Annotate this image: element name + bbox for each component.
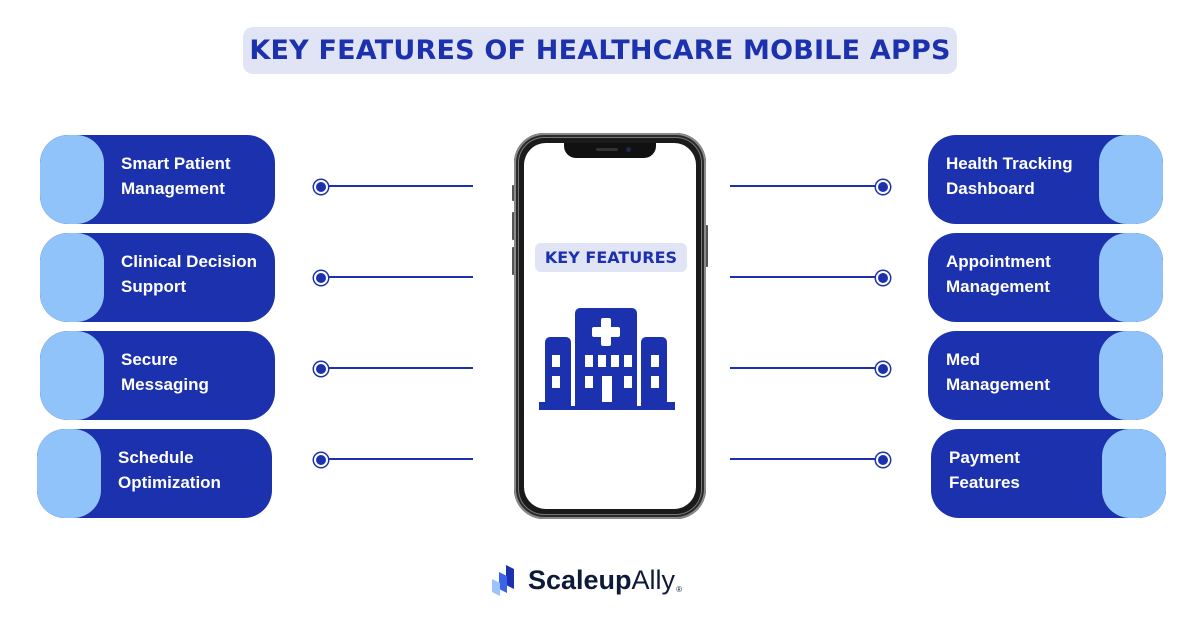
connector-line xyxy=(730,367,880,369)
feature-card-clinical-decision-support: Clinical Decision Support xyxy=(40,233,275,322)
feature-label: Payment Features xyxy=(949,448,1020,492)
title-banner: KEY FEATURES OF HEALTHCARE MOBILE APPS xyxy=(243,27,957,74)
connector-dot xyxy=(314,180,328,194)
hospital-icon xyxy=(539,308,675,410)
key-features-badge: KEY FEATURES xyxy=(535,243,687,272)
connector-dot xyxy=(876,271,890,285)
connector-line xyxy=(730,458,880,460)
phone-notch xyxy=(564,143,656,158)
feature-label: Clinical Decision Support xyxy=(121,252,258,296)
connector-line xyxy=(322,458,473,460)
feature-card-secure-messaging: Secure Messaging xyxy=(40,331,275,420)
connector-line xyxy=(322,367,473,369)
feature-card-payment-features: Payment Features xyxy=(931,429,1166,518)
card-tab xyxy=(1099,233,1163,322)
card-tab xyxy=(40,135,104,224)
camera-icon xyxy=(626,147,631,152)
scaleupally-logo-icon xyxy=(492,565,514,596)
feature-card-appointment-management: Appointment Management xyxy=(928,233,1163,322)
card-tab xyxy=(1102,429,1166,518)
card-tab xyxy=(1099,135,1163,224)
feature-label: Health Tracking Dashboard xyxy=(946,154,1073,198)
connector-dot xyxy=(876,362,890,376)
connector-dot xyxy=(314,453,328,467)
connector-line xyxy=(730,185,880,187)
page-title: KEY FEATURES OF HEALTHCARE MOBILE APPS xyxy=(249,35,951,66)
key-features-label: KEY FEATURES xyxy=(544,248,678,267)
connector-dot xyxy=(314,271,328,285)
connector-dot xyxy=(314,362,328,376)
feature-label: Schedule Optimization xyxy=(118,448,221,492)
brand-logo: ScaleupAlly ® xyxy=(490,562,682,598)
feature-label: Secure Messaging xyxy=(121,350,209,394)
feature-card-med-management: Med Management xyxy=(928,331,1163,420)
brand-name: ScaleupAlly xyxy=(528,564,676,595)
card-tab xyxy=(1099,331,1163,420)
connector-line xyxy=(322,185,473,187)
connector-line xyxy=(730,276,880,278)
speaker-icon xyxy=(596,148,618,151)
connector-dot xyxy=(876,453,890,467)
connector-line xyxy=(322,276,473,278)
feature-label: Smart Patient Management xyxy=(121,154,231,198)
card-tab xyxy=(40,233,104,322)
feature-label: Med Management xyxy=(946,350,1050,394)
registered-mark: ® xyxy=(676,584,682,594)
feature-label: Appointment Management xyxy=(946,252,1051,296)
feature-card-smart-patient-management: Smart Patient Management xyxy=(40,135,275,224)
card-tab xyxy=(37,429,101,518)
feature-card-schedule-optimization: Schedule Optimization xyxy=(37,429,272,518)
card-tab xyxy=(40,331,104,420)
connector-dot xyxy=(876,180,890,194)
feature-card-health-tracking-dashboard: Health Tracking Dashboard xyxy=(928,135,1163,224)
